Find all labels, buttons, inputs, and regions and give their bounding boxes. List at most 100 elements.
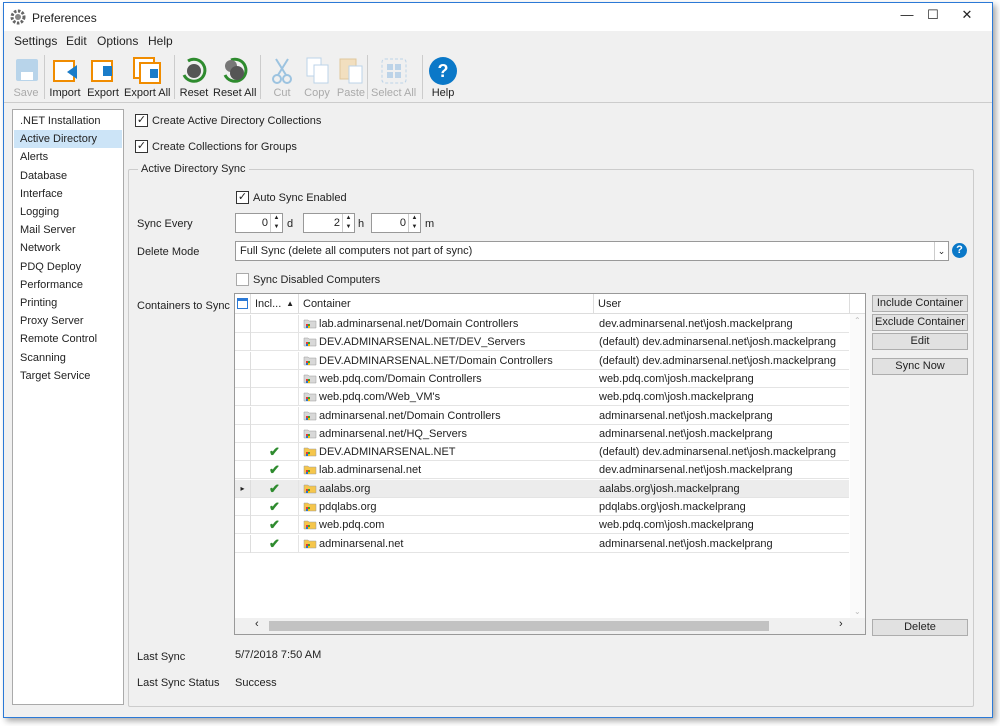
sidebar-item-network[interactable]: Network bbox=[14, 239, 122, 257]
close-button[interactable]: ✕ bbox=[954, 5, 980, 25]
reset-all-button[interactable]: Reset All bbox=[213, 55, 256, 99]
exclude-container-button[interactable]: Exclude Container bbox=[872, 314, 968, 331]
delete-mode-select[interactable]: Full Sync (delete all computers not part… bbox=[235, 241, 949, 261]
menu-settings[interactable]: Settings bbox=[14, 34, 57, 48]
cut-button[interactable]: Cut bbox=[266, 55, 298, 99]
scroll-left-icon[interactable]: ‹ bbox=[255, 618, 259, 630]
row-header[interactable] bbox=[235, 388, 251, 407]
row-header[interactable] bbox=[235, 424, 251, 443]
auto-sync-checkbox[interactable]: ✓ bbox=[236, 191, 249, 204]
row-header[interactable] bbox=[235, 315, 251, 333]
row-header[interactable] bbox=[235, 351, 251, 370]
edit-button[interactable]: Edit bbox=[872, 333, 968, 350]
table-row[interactable]: web.pdq.com/Domain Controllers web.pdq.co… bbox=[235, 369, 849, 388]
included-cell[interactable]: ✔ bbox=[251, 498, 299, 516]
column-header-user[interactable]: User bbox=[594, 294, 850, 314]
sidebar-item-printing[interactable]: Printing bbox=[14, 294, 122, 312]
select-all-button[interactable]: Select All bbox=[371, 55, 416, 99]
row-header[interactable] bbox=[235, 498, 251, 516]
export-all-button[interactable]: Export All bbox=[124, 55, 170, 99]
sidebar-item-remote-control[interactable]: Remote Control bbox=[14, 330, 122, 348]
included-cell[interactable] bbox=[251, 388, 299, 407]
scroll-thumb[interactable] bbox=[269, 621, 769, 631]
included-cell[interactable]: ✔ bbox=[251, 534, 299, 553]
table-row[interactable]: adminarsenal.net/Domain Controllers admin… bbox=[235, 406, 849, 425]
scroll-right-icon[interactable]: › bbox=[839, 618, 843, 630]
table-row[interactable]: DEV.ADMINARSENAL.NET/Domain Controllers (… bbox=[235, 351, 849, 370]
included-cell[interactable]: ✔ bbox=[251, 461, 299, 480]
table-row[interactable]: ✔ pdqlabs.org pdqlabs.org\josh.mackelprang bbox=[235, 498, 849, 516]
import-button[interactable]: Import bbox=[49, 55, 81, 99]
row-header[interactable] bbox=[235, 369, 251, 388]
maximize-button[interactable]: ☐ bbox=[920, 5, 946, 25]
export-button[interactable]: Export bbox=[87, 55, 119, 99]
row-header[interactable] bbox=[235, 333, 251, 352]
row-header[interactable]: ▸ bbox=[235, 479, 251, 498]
included-cell[interactable] bbox=[251, 424, 299, 443]
included-cell[interactable]: ✔ bbox=[251, 516, 299, 535]
sidebar-item-proxy-server[interactable]: Proxy Server bbox=[14, 312, 122, 330]
row-header[interactable] bbox=[235, 516, 251, 535]
copy-button[interactable]: Copy bbox=[301, 55, 333, 99]
menu-options[interactable]: Options bbox=[97, 34, 138, 48]
sidebar-item-logging[interactable]: Logging bbox=[14, 203, 122, 221]
vertical-scrollbar[interactable]: ⌃ ⌄ bbox=[850, 314, 865, 618]
spin-arrows-icon[interactable]: ▲ ▼ bbox=[342, 214, 354, 232]
reset-button[interactable]: Reset bbox=[178, 55, 210, 99]
hours-spinner[interactable]: 2 ▲ ▼ bbox=[303, 213, 355, 233]
sync-disabled-checkbox[interactable] bbox=[236, 273, 249, 286]
included-cell[interactable] bbox=[251, 333, 299, 352]
sidebar-item-mail-server[interactable]: Mail Server bbox=[14, 221, 122, 239]
table-row[interactable]: ✔ adminarsenal.net adminarsenal.net\josh.m… bbox=[235, 534, 849, 553]
minimize-button[interactable]: — bbox=[894, 5, 920, 25]
days-spinner[interactable]: 0 ▲ ▼ bbox=[235, 213, 283, 233]
table-row[interactable]: ▸ ✔ aalabs.org aalabs.org\josh.mackelprang bbox=[235, 479, 849, 498]
help-button[interactable]: ? Help bbox=[427, 55, 459, 99]
table-row[interactable]: DEV.ADMINARSENAL.NET/DEV_Servers (default… bbox=[235, 333, 849, 352]
spin-arrows-icon[interactable]: ▲ ▼ bbox=[270, 214, 282, 232]
column-header-container[interactable]: Container bbox=[299, 294, 594, 314]
table-row[interactable]: ✔ DEV.ADMINARSENAL.NET (default) dev.admin… bbox=[235, 443, 849, 462]
sidebar-item-pdq-deploy[interactable]: PDQ Deploy bbox=[14, 258, 122, 276]
row-header[interactable] bbox=[235, 534, 251, 553]
table-row[interactable]: adminarsenal.net/HQ_Servers adminarsenal.… bbox=[235, 424, 849, 443]
menu-help[interactable]: Help bbox=[148, 34, 173, 48]
table-row[interactable]: ✔ lab.adminarsenal.net dev.adminarsenal.ne… bbox=[235, 461, 849, 480]
sidebar-item-net-installation[interactable]: .NET Installation bbox=[14, 112, 122, 130]
groups-checkbox[interactable]: ✓ bbox=[135, 140, 148, 153]
row-header[interactable] bbox=[235, 461, 251, 480]
row-header[interactable] bbox=[235, 406, 251, 425]
row-header[interactable] bbox=[235, 443, 251, 462]
chevron-down-icon[interactable]: ⌄ bbox=[934, 242, 948, 260]
sidebar-item-active-directory[interactable]: Active Directory bbox=[14, 130, 122, 149]
included-cell[interactable] bbox=[251, 315, 299, 333]
sync-now-button[interactable]: Sync Now bbox=[872, 358, 968, 375]
sidebar-item-performance[interactable]: Performance bbox=[14, 276, 122, 294]
included-cell[interactable]: ✔ bbox=[251, 443, 299, 462]
horizontal-scrollbar[interactable]: ‹ › bbox=[235, 618, 865, 634]
menu-edit[interactable]: Edit bbox=[66, 34, 87, 48]
table-row[interactable]: lab.adminarsenal.net/Domain Controllers d… bbox=[235, 315, 849, 333]
create-collections-checkbox[interactable]: ✓ bbox=[135, 114, 148, 127]
included-cell[interactable]: ✔ bbox=[251, 479, 299, 498]
table-row[interactable]: web.pdq.com/Web_VM's web.pdq.com\josh.mac… bbox=[235, 388, 849, 407]
scroll-down-icon[interactable]: ⌄ bbox=[854, 607, 861, 616]
save-button[interactable]: Save bbox=[10, 55, 42, 99]
column-header-included[interactable]: Incl... ▲ bbox=[251, 294, 299, 314]
included-cell[interactable] bbox=[251, 369, 299, 388]
include-container-button[interactable]: Include Container bbox=[872, 295, 968, 312]
included-cell[interactable] bbox=[251, 406, 299, 425]
scroll-up-icon[interactable]: ⌃ bbox=[854, 316, 861, 325]
table-row[interactable]: ✔ web.pdq.com web.pdq.com\josh.mackelprang bbox=[235, 516, 849, 535]
sidebar-item-alerts[interactable]: Alerts bbox=[14, 148, 122, 166]
sidebar-item-interface[interactable]: Interface bbox=[14, 185, 122, 203]
included-cell[interactable] bbox=[251, 351, 299, 370]
help-icon[interactable]: ? bbox=[952, 243, 967, 258]
delete-button[interactable]: Delete bbox=[872, 619, 968, 636]
sidebar-item-target-service[interactable]: Target Service bbox=[14, 367, 122, 385]
paste-button[interactable]: Paste bbox=[335, 55, 367, 99]
spin-arrows-icon[interactable]: ▲ ▼ bbox=[408, 214, 420, 232]
sidebar-item-database[interactable]: Database bbox=[14, 167, 122, 185]
column-chooser-icon[interactable] bbox=[235, 294, 251, 314]
sidebar-item-scanning[interactable]: Scanning bbox=[14, 349, 122, 367]
